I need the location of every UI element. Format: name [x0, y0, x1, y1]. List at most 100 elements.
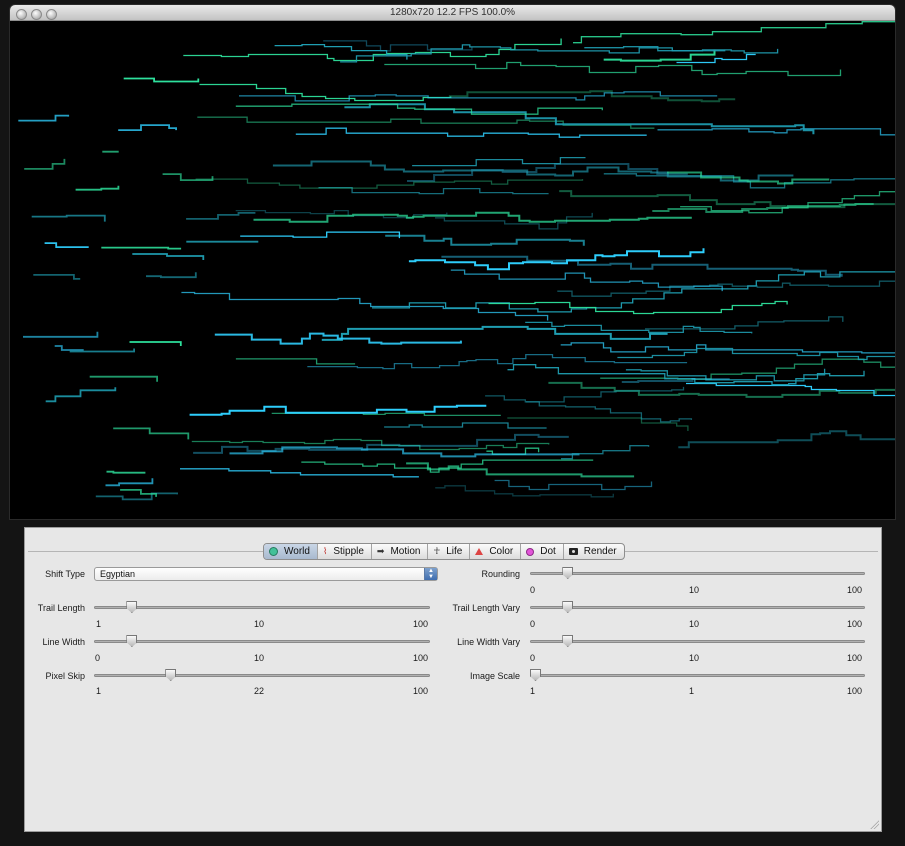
- tab-motion[interactable]: ➡ Motion: [372, 544, 429, 559]
- light-trail: [307, 353, 688, 370]
- light-trail: [113, 427, 190, 440]
- resize-grip-icon[interactable]: [869, 819, 879, 829]
- light-trail: [189, 404, 487, 416]
- trail-length-vary-min: 0: [530, 619, 536, 629]
- light-trail: [617, 347, 895, 361]
- light-trail: [676, 53, 756, 64]
- light-trail: [33, 274, 81, 280]
- pixel-skip-min: 1: [96, 686, 102, 696]
- trail-length-label: Trail Length: [37, 603, 85, 613]
- stipple-icon: ⌇: [322, 546, 328, 556]
- light-trail: [105, 478, 154, 487]
- light-trail: [18, 114, 70, 122]
- tab-bar: World ⌇ Stipple ➡ Motion ☥ Life Color Do…: [263, 543, 625, 560]
- light-trail: [44, 242, 89, 248]
- light-trail: [385, 234, 585, 246]
- light-trail: [120, 489, 157, 497]
- render-window: 1280x720 12.2 FPS 100.0%: [10, 5, 895, 519]
- light-trail: [123, 77, 200, 83]
- tab-dot[interactable]: Dot: [521, 544, 564, 559]
- line-width-vary-label: Line Width Vary: [457, 637, 520, 647]
- light-trail: [372, 271, 895, 313]
- rounding-label: Rounding: [481, 569, 520, 579]
- light-trail: [181, 291, 549, 321]
- light-trail: [667, 171, 830, 185]
- light-trail: [295, 127, 647, 138]
- line-width-label: Line Width: [42, 637, 85, 647]
- rounding-track[interactable]: [530, 572, 865, 575]
- light-trail: [95, 492, 178, 501]
- light-trail: [75, 185, 120, 191]
- light-trail: [89, 375, 158, 382]
- light-trail: [525, 321, 753, 334]
- light-trail: [195, 178, 584, 189]
- camera-icon: [568, 548, 578, 555]
- light-trail: [235, 103, 603, 115]
- color-icon: [475, 548, 484, 555]
- dot-icon: [526, 547, 535, 556]
- light-trail: [146, 272, 197, 279]
- tab-stipple[interactable]: ⌇ Stipple: [318, 544, 372, 559]
- life-icon: ☥: [433, 546, 441, 556]
- chevron-updown-icon: ▲ ▼: [424, 568, 437, 580]
- light-trail: [23, 331, 99, 338]
- light-trail: [45, 387, 117, 403]
- light-trail: [186, 212, 256, 220]
- tab-render[interactable]: Render: [564, 544, 624, 559]
- tab-life[interactable]: ☥ Life: [428, 544, 471, 559]
- rounding-value: 10: [689, 585, 700, 595]
- trail-length-max: 100: [413, 619, 429, 629]
- light-trail: [494, 479, 653, 491]
- shift-type-select[interactable]: Egyptian ▲ ▼: [94, 567, 438, 581]
- light-trail: [197, 116, 655, 129]
- tab-world[interactable]: World: [264, 544, 318, 559]
- light-trail: [645, 316, 844, 330]
- light-trail: [621, 378, 730, 383]
- light-trail: [435, 485, 614, 498]
- trail-length-vary-max: 100: [847, 619, 863, 629]
- line-width-vary-min: 0: [530, 653, 536, 663]
- trail-length-vary-value: 10: [689, 619, 700, 629]
- image-scale-label: Image Scale: [469, 671, 520, 681]
- pixel-skip-track[interactable]: [94, 674, 430, 677]
- tab-label: Life: [446, 546, 463, 557]
- light-trail: [408, 248, 705, 271]
- light-trail: [240, 231, 401, 239]
- light-trail: [183, 38, 562, 62]
- line-width-track[interactable]: [94, 640, 430, 643]
- tab-color[interactable]: Color: [470, 544, 522, 559]
- line-width-vary-max: 100: [847, 653, 863, 663]
- trail-length-min: 1: [96, 619, 102, 629]
- light-trail: [235, 358, 356, 365]
- light-trail: [488, 300, 788, 315]
- light-trail: [24, 158, 66, 170]
- line-width-value: 10: [254, 653, 265, 663]
- image-scale-min: 1: [530, 686, 536, 696]
- light-trail: [584, 46, 726, 52]
- image-scale-track[interactable]: [530, 674, 865, 677]
- light-trail: [384, 61, 842, 77]
- pixel-skip-max: 100: [413, 686, 429, 696]
- trail-length-vary-track[interactable]: [530, 606, 865, 609]
- light-trail: [101, 246, 182, 250]
- world-icon: [269, 547, 278, 556]
- pixel-skip-label: Pixel Skip: [45, 671, 85, 681]
- tab-label: World: [284, 546, 310, 557]
- light-trail: [657, 128, 895, 136]
- title-bar: 1280x720 12.2 FPS 100.0%: [10, 5, 895, 21]
- shift-type-value: Egyptian: [100, 569, 136, 579]
- light-trail: [129, 341, 182, 346]
- light-trail: [162, 173, 214, 181]
- trail-length-track[interactable]: [94, 606, 430, 609]
- trail-length-value: 10: [254, 619, 265, 629]
- light-trail: [486, 447, 540, 455]
- rounding-max: 100: [847, 585, 863, 595]
- pixel-skip-value: 22: [254, 686, 265, 696]
- light-trail: [106, 470, 146, 474]
- tab-label: Color: [489, 546, 514, 557]
- line-width-vary-track[interactable]: [530, 640, 865, 643]
- window-title: 1280x720 12.2 FPS 100.0%: [389, 7, 516, 18]
- light-trail: [31, 214, 106, 222]
- light-trail: [573, 21, 895, 44]
- line-width-min: 0: [95, 653, 101, 663]
